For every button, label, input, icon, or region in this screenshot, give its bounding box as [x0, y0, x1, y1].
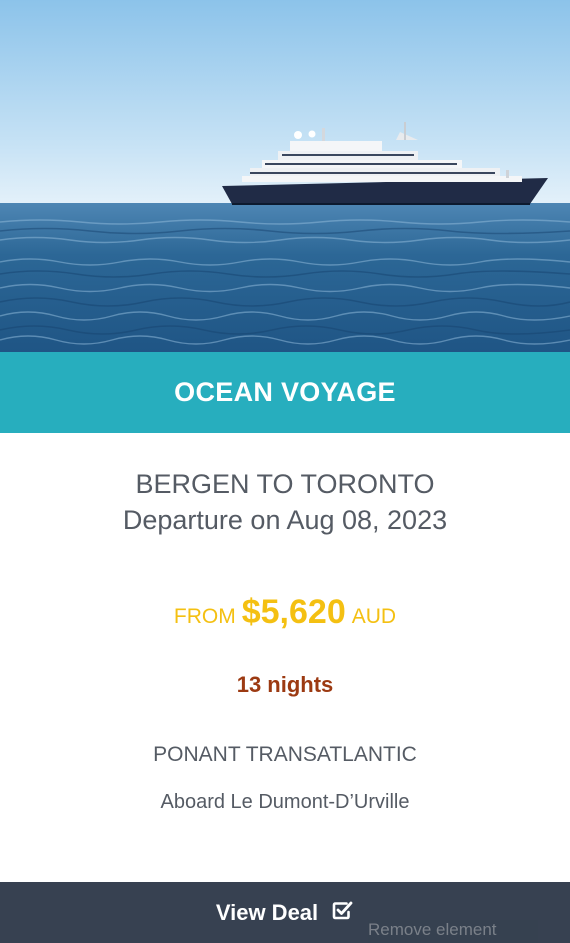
route-title: BERGEN TO TORONTO — [135, 469, 435, 499]
route-info: BERGEN TO TORONTO Departure on Aug 08, 2… — [0, 466, 570, 538]
view-deal-label: View Deal — [215, 899, 319, 925]
deal-card: OCEAN VOYAGE BERGEN TO TORONTO Departure… — [0, 0, 570, 943]
remove-element-button[interactable]: Remove element — [368, 920, 538, 943]
cruise-operator: PONANT TRANSATLANTIC — [153, 743, 417, 766]
departure-date: Departure on Aug 08, 2023 — [122, 505, 448, 535]
price-currency: AUD — [351, 605, 397, 628]
check-square-icon — [330, 898, 354, 928]
price-amount: $5,620 — [241, 593, 346, 631]
nights-count: 13 nights — [236, 672, 334, 697]
cruise-ship-photo — [0, 0, 570, 352]
price-line: FROM $5,620 AUD — [0, 593, 570, 632]
voyage-type-title: OCEAN VOYAGE — [174, 377, 396, 407]
ship-name: Aboard Le Dumont-D’Urville — [160, 791, 410, 813]
price-prefix: FROM — [173, 605, 236, 628]
voyage-type-banner: OCEAN VOYAGE — [0, 352, 570, 433]
